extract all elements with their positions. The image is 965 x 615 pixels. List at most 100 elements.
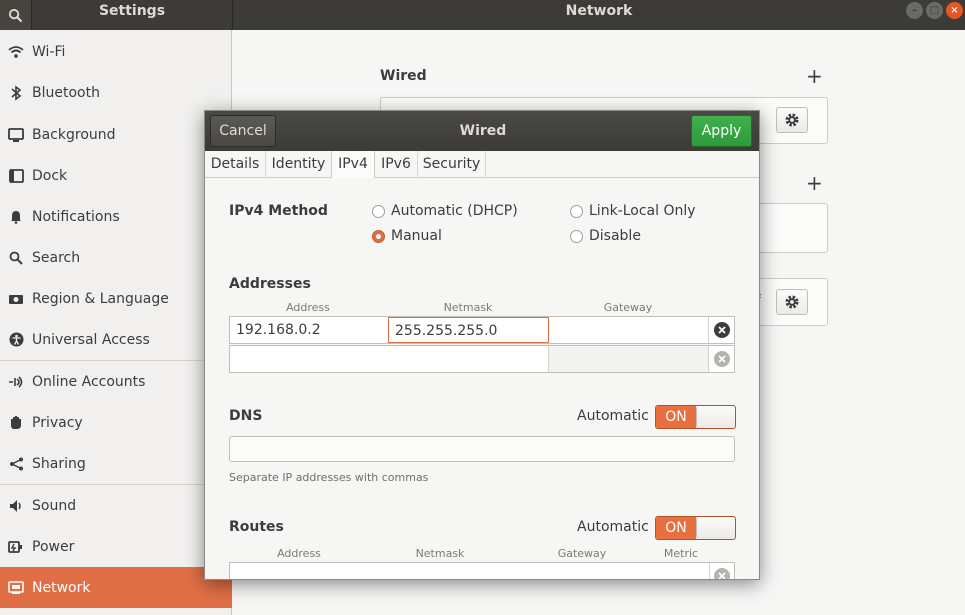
sidebar-item-region-language[interactable]: Region & Language <box>0 278 232 319</box>
dns-input[interactable] <box>229 436 735 462</box>
sidebar-item-notifications[interactable]: Notifications <box>0 196 232 237</box>
radio-button[interactable] <box>372 204 385 218</box>
sidebar-item-wifi[interactable]: Wi-Fi <box>0 31 232 72</box>
route-row <box>229 562 735 579</box>
bluetooth-icon <box>0 84 32 101</box>
sidebar-item-label: Notifications <box>32 208 120 225</box>
tab-security[interactable]: Security <box>418 151 486 178</box>
close-icon <box>718 326 726 334</box>
dialog-tabs: Details Identity IPv4 IPv6 Security <box>205 151 759 179</box>
addresses-label: Addresses <box>229 276 311 292</box>
radio-button-selected[interactable] <box>372 229 385 243</box>
sidebar-item-label: Online Accounts <box>32 373 146 390</box>
tab-details[interactable]: Details <box>205 151 266 178</box>
route-metric-field[interactable] <box>654 563 710 579</box>
column-header-gateway: Gateway <box>603 301 653 314</box>
gateway-field[interactable] <box>549 346 709 372</box>
tab-identity[interactable]: Identity <box>266 151 332 178</box>
cancel-button[interactable]: Cancel <box>210 115 276 147</box>
sidebar-item-privacy[interactable]: Privacy <box>0 402 232 443</box>
column-header-metric: Metric <box>663 547 699 560</box>
route-address-field[interactable] <box>230 563 371 579</box>
radio-button[interactable] <box>570 229 583 243</box>
sidebar-item-label: Bluetooth <box>32 84 100 101</box>
route-gateway-field[interactable] <box>512 563 655 579</box>
sidebar-item-bluetooth[interactable]: Bluetooth <box>0 72 232 113</box>
column-header-address: Address <box>277 547 321 560</box>
column-header-netmask: Netmask <box>415 547 465 560</box>
wired-settings-button[interactable] <box>776 107 808 133</box>
power-icon <box>0 540 32 554</box>
sidebar-item-network[interactable]: Network <box>0 567 232 608</box>
routes-label: Routes <box>229 519 284 535</box>
method-manual[interactable]: Manual <box>372 228 442 244</box>
accessibility-icon <box>0 332 32 347</box>
netmask-field[interactable]: 255.255.255.0 <box>388 317 549 343</box>
camera-icon <box>0 293 32 305</box>
sidebar-item-label: Sound <box>32 497 77 514</box>
sidebar-item-dock[interactable]: Dock <box>0 155 232 196</box>
address-row <box>229 345 735 373</box>
sidebar-item-universal-access[interactable]: Universal Access <box>0 319 232 360</box>
method-automatic-dhcp[interactable]: Automatic (DHCP) <box>372 203 518 219</box>
remove-address-button[interactable] <box>714 351 730 367</box>
online-accounts-icon <box>0 375 32 389</box>
tab-ipv6[interactable]: IPv6 <box>375 151 418 178</box>
address-field[interactable]: 192.168.0.2 <box>230 317 389 343</box>
column-header-address: Address <box>286 301 330 314</box>
settings-title: Settings <box>98 3 166 19</box>
sidebar-item-background[interactable]: Background <box>0 114 232 155</box>
panel-title: Network <box>565 3 633 19</box>
close-icon <box>718 355 726 363</box>
search-icon <box>0 251 32 265</box>
remove-address-button[interactable] <box>714 322 730 338</box>
switch-knob <box>696 406 735 428</box>
sidebar-item-sound[interactable]: Sound <box>0 485 232 526</box>
sidebar-item-search[interactable]: Search <box>0 237 232 278</box>
minimize-button[interactable]: – <box>906 2 923 19</box>
column-header-netmask: Netmask <box>443 301 493 314</box>
sidebar-item-sharing[interactable]: Sharing <box>0 443 232 484</box>
add-wired-button[interactable]: + <box>806 66 823 86</box>
sidebar-item-label: Search <box>32 249 81 266</box>
gear-icon <box>785 295 799 309</box>
radio-label: Disable <box>589 228 641 244</box>
wired-section-label: Wired <box>380 68 427 84</box>
switch-knob <box>696 517 735 539</box>
remove-route-button[interactable] <box>714 568 730 579</box>
maximize-button[interactable]: □ <box>926 2 943 19</box>
radio-label: Manual <box>391 228 442 244</box>
address-row: 192.168.0.2 255.255.255.0 <box>229 316 735 344</box>
method-disable[interactable]: Disable <box>570 228 641 244</box>
route-netmask-field[interactable] <box>370 563 513 579</box>
dock-icon <box>0 168 32 183</box>
dns-automatic-switch[interactable]: ON <box>655 405 736 429</box>
netmask-field[interactable] <box>388 346 549 372</box>
dialog-title: Wired <box>459 123 507 139</box>
method-link-local-only[interactable]: Link-Local Only <box>570 203 696 219</box>
sidebar-item-online-accounts[interactable]: Online Accounts <box>0 361 232 402</box>
sidebar-item-label: Power <box>32 538 75 555</box>
address-field[interactable] <box>230 346 389 372</box>
close-window-button[interactable]: × <box>946 2 963 19</box>
gateway-field[interactable] <box>549 317 709 343</box>
share-icon <box>0 457 32 471</box>
routes-automatic-switch[interactable]: ON <box>655 516 736 540</box>
dns-hint: Separate IP addresses with commas <box>229 471 429 484</box>
apply-button[interactable]: Apply <box>691 115 752 147</box>
radio-button[interactable] <box>570 204 583 218</box>
sidebar-item-power[interactable]: Power <box>0 526 232 567</box>
ipv4-method-label: IPv4 Method <box>229 203 328 219</box>
wired-dialog: Wired Cancel Apply Details Identity IPv4… <box>204 110 760 580</box>
sidebar-item-label: Network <box>32 579 91 596</box>
proxy-settings-button[interactable] <box>776 289 808 315</box>
switch-on-label: ON <box>656 406 696 428</box>
dialog-header: Wired Cancel Apply <box>205 111 759 151</box>
hand-icon <box>0 415 32 430</box>
sidebar-item-label: Wi-Fi <box>32 43 66 60</box>
dns-label: DNS <box>229 408 263 424</box>
search-button[interactable] <box>0 0 32 30</box>
radio-label: Automatic (DHCP) <box>391 203 518 219</box>
add-vpn-button[interactable]: + <box>806 173 823 193</box>
tab-ipv4[interactable]: IPv4 <box>331 151 375 179</box>
